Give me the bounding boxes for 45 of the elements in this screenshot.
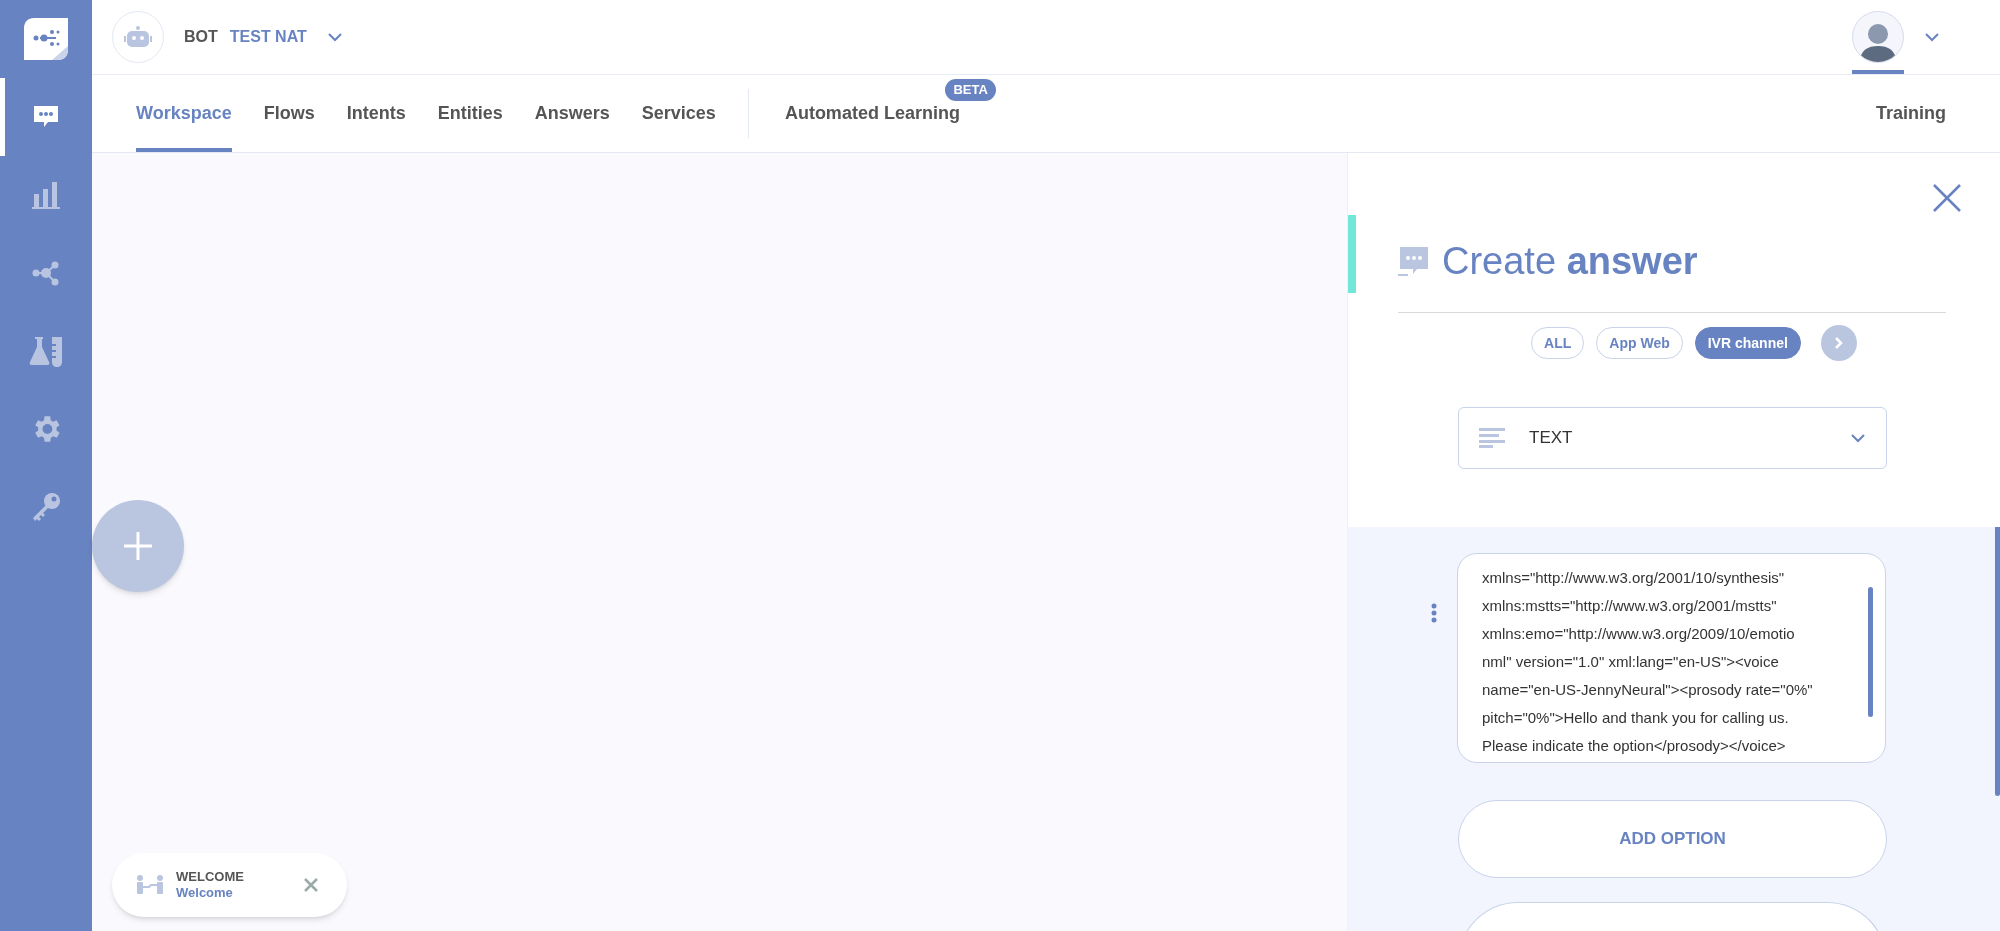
beta-badge: BETA	[945, 79, 996, 101]
robot-icon	[124, 26, 152, 48]
flask-icon[interactable]	[29, 335, 63, 367]
key-icon[interactable]	[30, 491, 62, 523]
type-dropdown[interactable]: TEXT	[1458, 407, 1887, 469]
message-line: nml" version="1.0" xml:lang="en-US"><voice	[1482, 652, 1780, 672]
next-button[interactable]	[1820, 325, 1857, 361]
bot-name[interactable]: TEST NAT	[229, 25, 307, 49]
message-line: xmlns:emo="http://www.w3.org/2009/10/emotio	[1482, 624, 1796, 644]
channel-chip[interactable]: IVR channel	[1694, 327, 1801, 359]
channel-chip[interactable]: App Web	[1596, 327, 1683, 359]
message-line: pitch="0%">Hello and thank you for calling us.	[1482, 708, 1790, 728]
message-field[interactable]	[1457, 553, 1886, 763]
handshake-icon	[136, 875, 164, 895]
chevron-down-icon[interactable]	[326, 32, 343, 42]
nav-tab[interactable]: Intents	[346, 75, 406, 152]
chevron-down-icon	[1850, 433, 1866, 443]
more-options-icon[interactable]	[1431, 603, 1437, 623]
chevron-down-icon[interactable]	[1924, 32, 1940, 42]
bot-label: BOT	[184, 27, 218, 47]
node-title: WELCOME	[176, 869, 244, 885]
nav-tab[interactable]: Services	[641, 75, 716, 152]
bar-chart-icon[interactable]	[30, 180, 62, 210]
message-line: Please indicate the option</prosody></voice>	[1482, 736, 1787, 756]
user-avatar[interactable]	[1852, 11, 1904, 63]
add-option-button[interactable]: ADD OPTION	[1458, 800, 1887, 878]
nav-tab[interactable]: Answers	[534, 75, 610, 152]
message-line: xmlns:mstts="http://www.w3.org/2001/mstts"	[1482, 596, 1778, 616]
nav-tab[interactable]: Entities	[437, 75, 503, 152]
close-icon[interactable]	[1932, 183, 1962, 213]
chat-icon	[1398, 245, 1430, 278]
panel-title: Create answer	[1442, 239, 1698, 284]
message-line: name="en-US-JennyNeural"><prosody rate="0%"	[1482, 680, 1814, 700]
nav-tab[interactable]: Training	[1876, 75, 1946, 152]
channel-chip[interactable]: ALL	[1531, 327, 1585, 359]
text-lines-icon	[1479, 428, 1505, 448]
nav-tab[interactable]: Flows	[263, 75, 315, 152]
dropdown-value: TEXT	[1529, 427, 1573, 450]
flow-node[interactable]: WELCOME Welcome	[112, 853, 347, 917]
logo-icon[interactable]	[24, 18, 68, 60]
close-icon[interactable]	[303, 877, 319, 893]
plus-icon	[124, 532, 152, 560]
chevron-right-icon	[1833, 336, 1844, 350]
node-subtitle: Welcome	[176, 885, 234, 901]
message-line: xmlns="http://www.w3.org/2001/10/synthesis"	[1482, 568, 1786, 588]
